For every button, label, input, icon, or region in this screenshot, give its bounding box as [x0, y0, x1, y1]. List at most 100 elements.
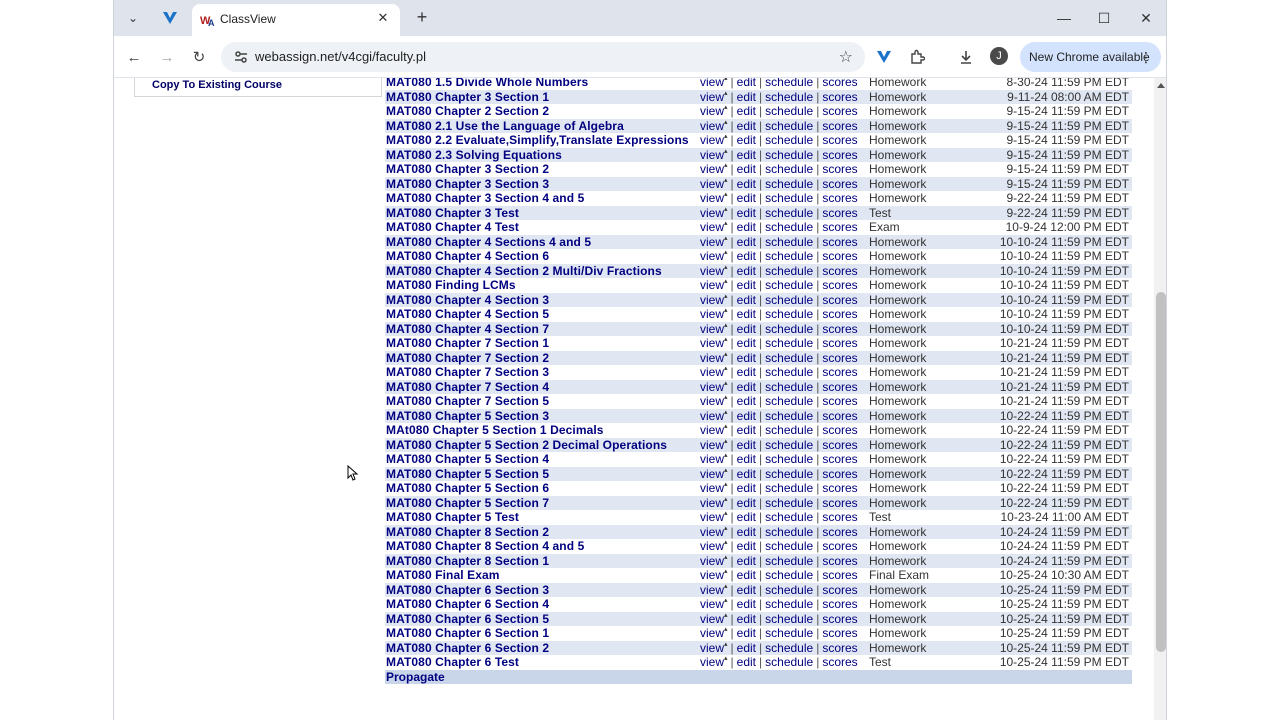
scrollbar-thumb[interactable]: [1156, 292, 1166, 652]
edit-link[interactable]: edit: [737, 641, 756, 655]
scores-link[interactable]: scores: [822, 336, 857, 350]
propagate-link[interactable]: Propagate: [386, 670, 445, 685]
assignment-name-link[interactable]: MAT080 Chapter 6 Section 5: [386, 612, 549, 627]
view-link[interactable]: view: [700, 626, 724, 640]
assignment-name-link[interactable]: MAT080 Chapter 4 Section 5: [386, 307, 549, 322]
edit-link[interactable]: edit: [737, 380, 756, 394]
assignment-name-link[interactable]: MAT080 Chapter 6 Test: [386, 655, 519, 670]
edit-link[interactable]: edit: [737, 293, 756, 307]
view-link[interactable]: view: [700, 119, 724, 133]
view-link[interactable]: view: [700, 162, 724, 176]
profile-avatar[interactable]: J: [990, 47, 1008, 65]
edit-link[interactable]: edit: [737, 452, 756, 466]
view-link[interactable]: view: [700, 220, 724, 234]
assignment-name-link[interactable]: MAT080 Chapter 2 Section 2: [386, 104, 549, 119]
scores-link[interactable]: scores: [822, 365, 857, 379]
assignment-name-link[interactable]: MAT080 Chapter 3 Section 1: [386, 90, 549, 105]
edit-link[interactable]: edit: [737, 510, 756, 524]
edit-link[interactable]: edit: [737, 206, 756, 220]
schedule-link[interactable]: schedule: [765, 496, 813, 510]
edit-link[interactable]: edit: [737, 583, 756, 597]
assignment-name-link[interactable]: MAT080 Final Exam: [386, 568, 500, 583]
schedule-link[interactable]: schedule: [765, 510, 813, 524]
edit-link[interactable]: edit: [737, 568, 756, 582]
edit-link[interactable]: edit: [737, 307, 756, 321]
site-info-icon[interactable]: [233, 49, 249, 65]
edit-link[interactable]: edit: [737, 191, 756, 205]
scores-link[interactable]: scores: [822, 438, 857, 452]
schedule-link[interactable]: schedule: [765, 293, 813, 307]
assignment-name-link[interactable]: MAT080 2.1 Use the Language of Algebra: [386, 119, 624, 134]
edit-link[interactable]: edit: [737, 119, 756, 133]
view-link[interactable]: view: [700, 104, 724, 118]
scores-link[interactable]: scores: [822, 119, 857, 133]
view-link[interactable]: view: [700, 409, 724, 423]
schedule-link[interactable]: schedule: [765, 655, 813, 669]
schedule-link[interactable]: schedule: [765, 481, 813, 495]
schedule-link[interactable]: schedule: [765, 206, 813, 220]
assignment-name-link[interactable]: MAT080 Chapter 4 Section 6: [386, 249, 549, 264]
edit-link[interactable]: edit: [737, 655, 756, 669]
schedule-link[interactable]: schedule: [765, 336, 813, 350]
schedule-link[interactable]: schedule: [765, 264, 813, 278]
edit-link[interactable]: edit: [737, 365, 756, 379]
view-link[interactable]: view: [700, 148, 724, 162]
edit-link[interactable]: edit: [737, 264, 756, 278]
edit-link[interactable]: edit: [737, 177, 756, 191]
scores-link[interactable]: scores: [822, 249, 857, 263]
schedule-link[interactable]: schedule: [765, 467, 813, 481]
back-icon[interactable]: ←: [123, 46, 145, 68]
forward-icon[interactable]: →: [156, 46, 178, 68]
schedule-link[interactable]: schedule: [765, 133, 813, 147]
edit-link[interactable]: edit: [737, 612, 756, 626]
assignment-name-link[interactable]: MAT080 Chapter 5 Section 6: [386, 481, 549, 496]
scores-link[interactable]: scores: [822, 133, 857, 147]
schedule-link[interactable]: schedule: [765, 597, 813, 611]
edit-link[interactable]: edit: [737, 554, 756, 568]
scores-link[interactable]: scores: [822, 496, 857, 510]
scores-link[interactable]: scores: [822, 409, 857, 423]
edit-link[interactable]: edit: [737, 235, 756, 249]
schedule-link[interactable]: schedule: [765, 278, 813, 292]
scores-link[interactable]: scores: [822, 597, 857, 611]
view-link[interactable]: view: [700, 583, 724, 597]
scores-link[interactable]: scores: [822, 177, 857, 191]
copy-to-existing-course-link[interactable]: Copy To Existing Course: [152, 79, 282, 91]
view-link[interactable]: view: [700, 568, 724, 582]
scores-link[interactable]: scores: [822, 423, 857, 437]
view-link[interactable]: view: [700, 438, 724, 452]
edit-link[interactable]: edit: [737, 539, 756, 553]
maximize-icon[interactable]: ☐: [1083, 0, 1125, 36]
scores-link[interactable]: scores: [822, 322, 857, 336]
scores-link[interactable]: scores: [822, 206, 857, 220]
schedule-link[interactable]: schedule: [765, 162, 813, 176]
view-link[interactable]: view: [700, 351, 724, 365]
extensions-puzzle-icon[interactable]: [907, 47, 927, 67]
assignment-name-link[interactable]: MAT080 Chapter 8 Section 4 and 5: [386, 539, 584, 554]
schedule-link[interactable]: schedule: [765, 249, 813, 263]
view-link[interactable]: view: [700, 133, 724, 147]
assignment-name-link[interactable]: MAT080 Chapter 4 Section 2 Multi/Div Fra…: [386, 264, 662, 279]
assignment-name-link[interactable]: MAT080 Chapter 4 Section 3: [386, 293, 549, 308]
scores-link[interactable]: scores: [822, 583, 857, 597]
new-tab-icon[interactable]: +: [411, 7, 433, 29]
schedule-link[interactable]: schedule: [765, 365, 813, 379]
chrome-update-button[interactable]: New Chrome available ⋮: [1020, 42, 1161, 72]
edit-link[interactable]: edit: [737, 322, 756, 336]
view-link[interactable]: view: [700, 264, 724, 278]
scores-link[interactable]: scores: [822, 220, 857, 234]
edit-link[interactable]: edit: [737, 481, 756, 495]
edit-link[interactable]: edit: [737, 336, 756, 350]
scores-link[interactable]: scores: [822, 641, 857, 655]
assignment-name-link[interactable]: MAT080 Chapter 3 Section 4 and 5: [386, 191, 584, 206]
view-link[interactable]: view: [700, 655, 724, 669]
schedule-link[interactable]: schedule: [765, 235, 813, 249]
assignment-name-link[interactable]: MAT080 Chapter 7 Section 3: [386, 365, 549, 380]
tab-search-icon[interactable]: ⌄: [122, 7, 144, 29]
edit-link[interactable]: edit: [737, 467, 756, 481]
assignment-name-link[interactable]: MAT080 2.3 Solving Equations: [386, 148, 562, 163]
scores-link[interactable]: scores: [822, 264, 857, 278]
scores-link[interactable]: scores: [822, 539, 857, 553]
assignment-name-link[interactable]: MAT080 Chapter 6 Section 2: [386, 641, 549, 656]
minimize-icon[interactable]: —: [1043, 0, 1085, 36]
